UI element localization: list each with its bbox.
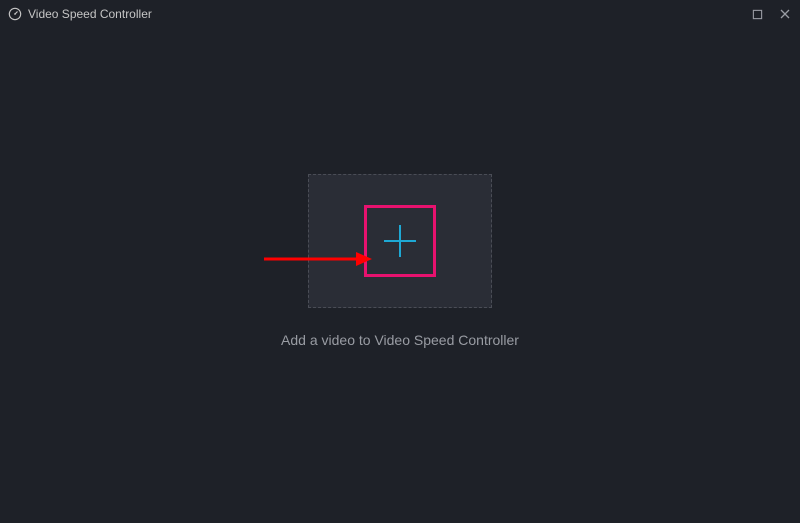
instruction-text: Add a video to Video Speed Controller <box>281 332 519 348</box>
highlight-annotation <box>364 205 436 277</box>
app-icon <box>8 7 22 21</box>
maximize-button[interactable] <box>750 7 764 21</box>
titlebar-left: Video Speed Controller <box>8 7 152 21</box>
titlebar: Video Speed Controller <box>0 0 800 28</box>
titlebar-controls <box>750 7 792 21</box>
plus-icon <box>380 221 420 261</box>
main-content: Add a video to Video Speed Controller <box>0 28 800 523</box>
add-video-dropzone[interactable] <box>308 174 492 308</box>
close-button[interactable] <box>778 7 792 21</box>
app-title: Video Speed Controller <box>28 7 152 21</box>
